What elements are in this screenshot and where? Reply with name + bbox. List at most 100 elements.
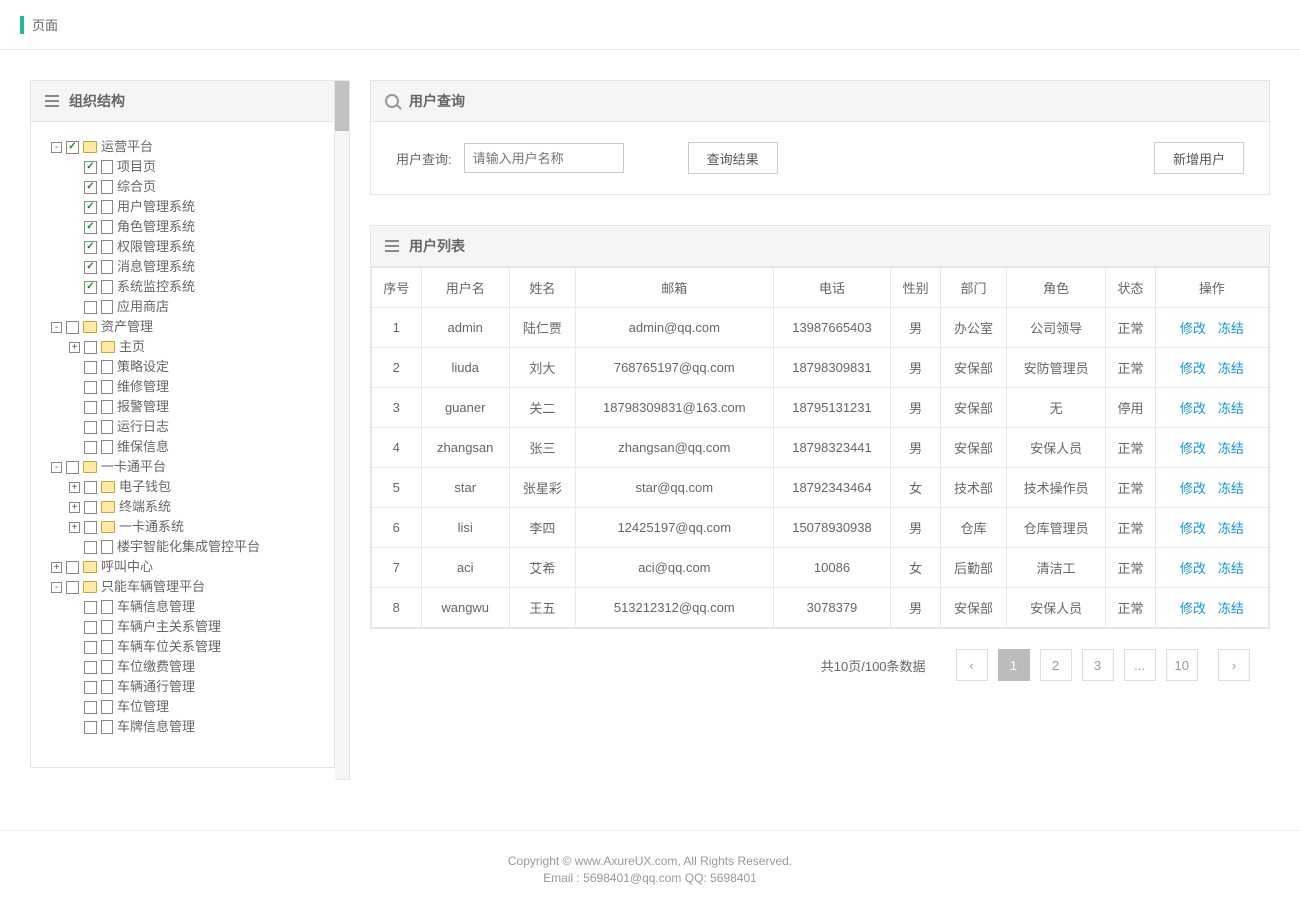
tree-node[interactable]: 报警管理 bbox=[69, 397, 324, 417]
checkbox[interactable] bbox=[84, 161, 97, 174]
freeze-link[interactable]: 冻结 bbox=[1218, 601, 1244, 616]
expand-icon[interactable]: + bbox=[69, 522, 80, 533]
freeze-link[interactable]: 冻结 bbox=[1218, 401, 1244, 416]
checkbox[interactable] bbox=[84, 701, 97, 714]
freeze-link[interactable]: 冻结 bbox=[1218, 321, 1244, 336]
expand-icon[interactable]: + bbox=[69, 482, 80, 493]
tree-node[interactable]: 车位缴费管理 bbox=[69, 657, 324, 677]
checkbox[interactable] bbox=[84, 201, 97, 214]
tree-node[interactable]: 车辆通行管理 bbox=[69, 677, 324, 697]
pager-page-2[interactable]: 2 bbox=[1040, 649, 1072, 681]
checkbox[interactable] bbox=[84, 261, 97, 274]
freeze-link[interactable]: 冻结 bbox=[1218, 361, 1244, 376]
checkbox[interactable] bbox=[66, 581, 79, 594]
checkbox[interactable] bbox=[84, 641, 97, 654]
freeze-link[interactable]: 冻结 bbox=[1218, 521, 1244, 536]
pager-prev[interactable]: ‹ bbox=[956, 649, 988, 681]
checkbox[interactable] bbox=[84, 341, 97, 354]
checkbox[interactable] bbox=[84, 621, 97, 634]
checkbox[interactable] bbox=[84, 661, 97, 674]
checkbox[interactable] bbox=[84, 441, 97, 454]
org-tree[interactable]: -运营平台项目页综合页用户管理系统角色管理系统权限管理系统消息管理系统系统监控系… bbox=[31, 122, 334, 767]
tree-node[interactable]: 项目页 bbox=[69, 157, 324, 177]
tree-node[interactable]: +一卡通系统 bbox=[69, 517, 324, 537]
checkbox[interactable] bbox=[84, 221, 97, 234]
checkbox[interactable] bbox=[84, 481, 97, 494]
tree-node[interactable]: 车辆车位关系管理 bbox=[69, 637, 324, 657]
search-header: 用户查询 bbox=[409, 91, 465, 111]
pager-ellipsis[interactable]: ... bbox=[1124, 649, 1156, 681]
tree-node[interactable]: -运营平台 bbox=[51, 137, 324, 157]
checkbox[interactable] bbox=[84, 401, 97, 414]
collapse-icon[interactable]: - bbox=[51, 142, 62, 153]
checkbox[interactable] bbox=[84, 721, 97, 734]
checkbox[interactable] bbox=[84, 361, 97, 374]
expand-icon[interactable]: + bbox=[51, 562, 62, 573]
tree-node[interactable]: +终端系统 bbox=[69, 497, 324, 517]
tree-node[interactable]: 车牌信息管理 bbox=[69, 717, 324, 737]
tree-node[interactable]: 维保信息 bbox=[69, 437, 324, 457]
add-user-button[interactable]: 新增用户 bbox=[1154, 142, 1244, 174]
tree-node[interactable]: 车辆信息管理 bbox=[69, 597, 324, 617]
checkbox[interactable] bbox=[84, 181, 97, 194]
query-button[interactable]: 查询结果 bbox=[688, 142, 778, 174]
freeze-link[interactable]: 冻结 bbox=[1218, 561, 1244, 576]
checkbox[interactable] bbox=[66, 561, 79, 574]
collapse-icon[interactable]: - bbox=[51, 582, 62, 593]
checkbox[interactable] bbox=[84, 501, 97, 514]
checkbox[interactable] bbox=[84, 541, 97, 554]
tree-node[interactable]: 车辆户主关系管理 bbox=[69, 617, 324, 637]
checkbox[interactable] bbox=[84, 241, 97, 254]
edit-link[interactable]: 修改 bbox=[1180, 481, 1206, 496]
collapse-icon[interactable]: - bbox=[51, 462, 62, 473]
tree-node[interactable]: 系统监控系统 bbox=[69, 277, 324, 297]
checkbox[interactable] bbox=[66, 461, 79, 474]
tree-node[interactable]: +呼叫中心 bbox=[51, 557, 324, 577]
tree-node[interactable]: +电子钱包 bbox=[69, 477, 324, 497]
freeze-link[interactable]: 冻结 bbox=[1218, 441, 1244, 456]
freeze-link[interactable]: 冻结 bbox=[1218, 481, 1244, 496]
tree-node[interactable]: -一卡通平台 bbox=[51, 457, 324, 477]
edit-link[interactable]: 修改 bbox=[1180, 601, 1206, 616]
edit-link[interactable]: 修改 bbox=[1180, 321, 1206, 336]
tree-node[interactable]: 运行日志 bbox=[69, 417, 324, 437]
edit-link[interactable]: 修改 bbox=[1180, 401, 1206, 416]
checkbox[interactable] bbox=[84, 521, 97, 534]
tree-node[interactable]: 车位管理 bbox=[69, 697, 324, 717]
checkbox[interactable] bbox=[84, 681, 97, 694]
scrollbar[interactable] bbox=[335, 80, 350, 780]
tree-node[interactable]: 角色管理系统 bbox=[69, 217, 324, 237]
tree-node[interactable]: -资产管理 bbox=[51, 317, 324, 337]
tree-node[interactable]: 策略设定 bbox=[69, 357, 324, 377]
edit-link[interactable]: 修改 bbox=[1180, 441, 1206, 456]
tree-node[interactable]: -只能车辆管理平台 bbox=[51, 577, 324, 597]
tree-node[interactable]: 用户管理系统 bbox=[69, 197, 324, 217]
tree-node[interactable]: +主页 bbox=[69, 337, 324, 357]
tree-node[interactable]: 应用商店 bbox=[69, 297, 324, 317]
checkbox[interactable] bbox=[84, 601, 97, 614]
checkbox[interactable] bbox=[84, 421, 97, 434]
expand-icon[interactable]: + bbox=[69, 342, 80, 353]
checkbox[interactable] bbox=[84, 301, 97, 314]
tree-node[interactable]: 消息管理系统 bbox=[69, 257, 324, 277]
table-row: 2liuda刘大768765197@qq.com18798309831男安保部安… bbox=[372, 348, 1269, 388]
pager-page-1[interactable]: 1 bbox=[998, 649, 1030, 681]
tree-node[interactable]: 综合页 bbox=[69, 177, 324, 197]
tree-node[interactable]: 楼宇智能化集成管控平台 bbox=[69, 537, 324, 557]
checkbox[interactable] bbox=[84, 281, 97, 294]
pager-page-10[interactable]: 10 bbox=[1166, 649, 1198, 681]
expand-icon[interactable]: + bbox=[69, 502, 80, 513]
edit-link[interactable]: 修改 bbox=[1180, 521, 1206, 536]
tree-node[interactable]: 维修管理 bbox=[69, 377, 324, 397]
edit-link[interactable]: 修改 bbox=[1180, 361, 1206, 376]
collapse-icon[interactable]: - bbox=[51, 322, 62, 333]
checkbox[interactable] bbox=[84, 381, 97, 394]
pager-next[interactable]: › bbox=[1218, 649, 1250, 681]
checkbox[interactable] bbox=[66, 321, 79, 334]
scroll-thumb[interactable] bbox=[335, 81, 349, 131]
edit-link[interactable]: 修改 bbox=[1180, 561, 1206, 576]
pager-page-3[interactable]: 3 bbox=[1082, 649, 1114, 681]
checkbox[interactable] bbox=[66, 141, 79, 154]
tree-node[interactable]: 权限管理系统 bbox=[69, 237, 324, 257]
username-input[interactable] bbox=[464, 143, 624, 173]
